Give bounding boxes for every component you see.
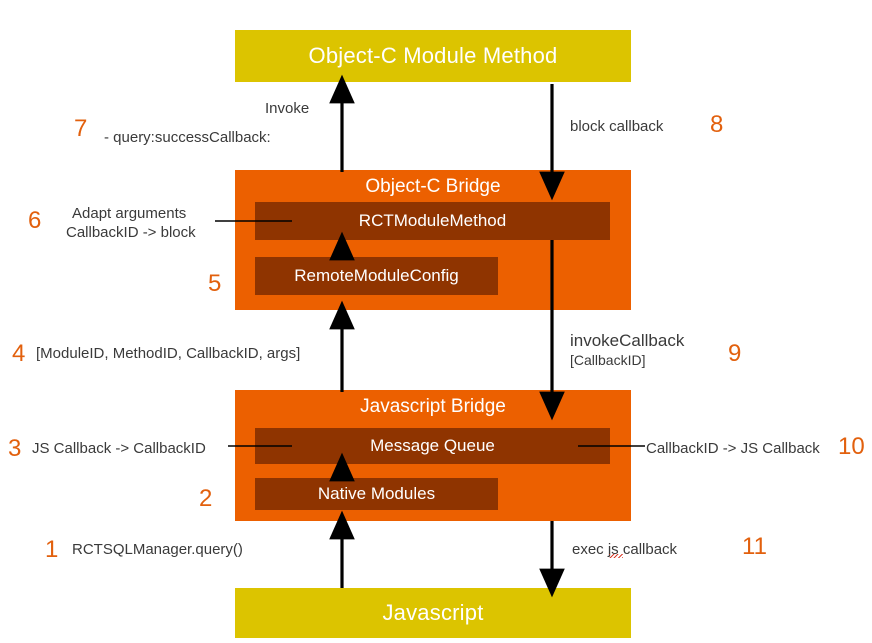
step-number-9: 9: [728, 340, 742, 367]
step-number-11: 11: [742, 533, 767, 560]
step-label-9-line1: invokeCallback: [570, 331, 685, 350]
node-objc-module-method-label: Object-C Module Method: [308, 43, 558, 68]
diagram-canvas: Object-C Module Method Object-C Bridge R…: [0, 0, 872, 643]
step-label-11: exec js callback: [572, 541, 678, 558]
node-objc-bridge-label: Object-C Bridge: [365, 176, 501, 197]
node-rct-module-method: RCTModuleMethod: [255, 202, 610, 240]
step-label-4: [ModuleID, MethodID, CallbackID, args]: [36, 345, 301, 362]
node-objc-module-method: Object-C Module Method: [235, 30, 631, 82]
node-message-queue-label: Message Queue: [370, 436, 495, 455]
step-label-8: block callback: [570, 118, 664, 135]
node-javascript: Javascript: [235, 588, 631, 638]
step-label-6-line1: Adapt arguments: [72, 205, 187, 222]
step-number-10: 10: [838, 433, 865, 460]
node-remote-module-config: RemoteModuleConfig: [255, 257, 498, 295]
step-number-3: 3: [8, 435, 22, 462]
step-number-6: 6: [28, 207, 42, 234]
step-label-9-line2: [CallbackID]: [570, 352, 646, 368]
step-label-10: CallbackID -> JS Callback: [646, 440, 820, 457]
step-label-3: JS Callback -> CallbackID: [32, 440, 206, 457]
node-message-queue: Message Queue: [255, 428, 610, 464]
node-rct-module-method-label: RCTModuleMethod: [358, 211, 507, 230]
node-native-modules: Native Modules: [255, 478, 498, 510]
node-javascript-label: Javascript: [382, 600, 484, 625]
spellcheck-underline: [609, 554, 623, 558]
step-number-8: 8: [710, 111, 724, 138]
step-label-6-line2: CallbackID -> block: [66, 224, 196, 241]
node-native-modules-label: Native Modules: [317, 484, 436, 503]
step-number-2: 2: [199, 485, 213, 512]
step-number-1: 1: [45, 536, 59, 563]
step-number-4: 4: [12, 340, 26, 367]
step-number-7: 7: [74, 115, 88, 142]
step-label-1: RCTSQLManager.query(): [72, 541, 243, 558]
step-label-7-line2: - query:successCallback:: [104, 129, 271, 146]
step-label-7-line1: Invoke: [265, 100, 310, 117]
node-js-bridge-label: Javascript Bridge: [360, 396, 506, 417]
step-number-5: 5: [208, 270, 222, 297]
node-remote-module-config-label: RemoteModuleConfig: [294, 266, 459, 285]
